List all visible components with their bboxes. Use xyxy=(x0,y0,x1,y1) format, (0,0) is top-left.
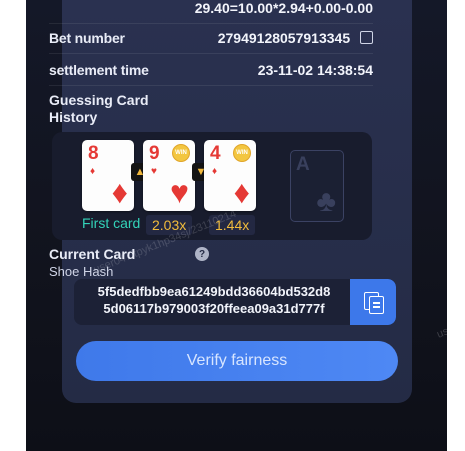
shoe-hash-value[interactable]: 5f5dedfbb9ea61249bdd36604bd532d8 5d06117… xyxy=(74,283,354,317)
club-icon: ♣ xyxy=(316,185,336,218)
shoe-hash-label: Shoe Hash xyxy=(49,264,114,279)
copy-icon[interactable] xyxy=(360,31,373,44)
right-margin xyxy=(447,0,465,451)
placeholder-card: A ♣ xyxy=(290,150,344,222)
card-rank: 4 xyxy=(210,143,221,164)
history-card-1: 8 ♦ ♦ xyxy=(82,140,134,211)
win-badge-icon: WIN xyxy=(233,144,251,162)
multiplier-badge: 1.44x xyxy=(209,215,256,235)
bet-number-value-wrap: 27949128057913345 xyxy=(218,30,373,46)
first-card-label: First card xyxy=(82,215,141,231)
copy-icon-front xyxy=(369,296,384,314)
payout-formula: 29.40=10.00*2.94+0.00-0.00 xyxy=(194,0,373,16)
history-card-2: 9 ♥ WIN ♥ xyxy=(143,140,195,211)
win-badge-icon: WIN xyxy=(172,144,190,162)
card-history-box: 8 ♦ ♦ ▲ 9 ♥ WIN ♥ ▼ 4 ♦ WIN ♦ A ♣ First … xyxy=(52,132,372,240)
guessing-card-history-label: Guessing Card History xyxy=(49,92,149,125)
history-card-3: 4 ♦ WIN ♦ xyxy=(204,140,256,211)
multiplier-badge: 2.03x xyxy=(146,215,193,235)
shoe-hash-box: 5f5dedfbb9ea61249bdd36604bd532d8 5d06117… xyxy=(74,279,396,325)
payout-formula-row: 29.40=10.00*2.94+0.00-0.00 xyxy=(49,0,373,24)
heart-icon: ♥ xyxy=(151,166,157,177)
settlement-time-label: settlement time xyxy=(49,62,149,78)
verify-fairness-button[interactable]: Verify fairness xyxy=(76,341,398,381)
help-icon[interactable]: ? xyxy=(195,247,209,261)
diamond-icon: ♦ xyxy=(233,174,250,210)
card-rank: 9 xyxy=(149,143,160,164)
current-card-title: Current Card xyxy=(49,246,136,262)
diamond-icon: ♦ xyxy=(90,166,96,177)
settlement-time-value: 23-11-02 14:38:54 xyxy=(257,62,373,78)
shoe-hash-line-1: 5f5dedfbb9ea61249bdd36604bd532d8 xyxy=(97,284,331,299)
bet-number-row: Bet number 27949128057913345 xyxy=(49,23,373,54)
shoe-hash-line-2: 5d06117b979003f20ffeea09a31d777f xyxy=(103,301,325,316)
current-card-label: Current Card Shoe Hash xyxy=(49,246,135,280)
heart-icon: ♥ xyxy=(170,174,189,210)
card-rank: A xyxy=(296,154,310,175)
bet-number-label: Bet number xyxy=(49,30,125,46)
card-rank: 8 xyxy=(88,143,99,164)
bet-number-value: 27949128057913345 xyxy=(217,30,351,46)
settlement-time-row: settlement time 23-11-02 14:38:54 xyxy=(49,55,373,86)
left-margin xyxy=(0,0,26,451)
copy-hash-button[interactable] xyxy=(350,279,396,325)
diamond-icon: ♦ xyxy=(212,166,218,177)
diamond-icon: ♦ xyxy=(111,174,128,210)
